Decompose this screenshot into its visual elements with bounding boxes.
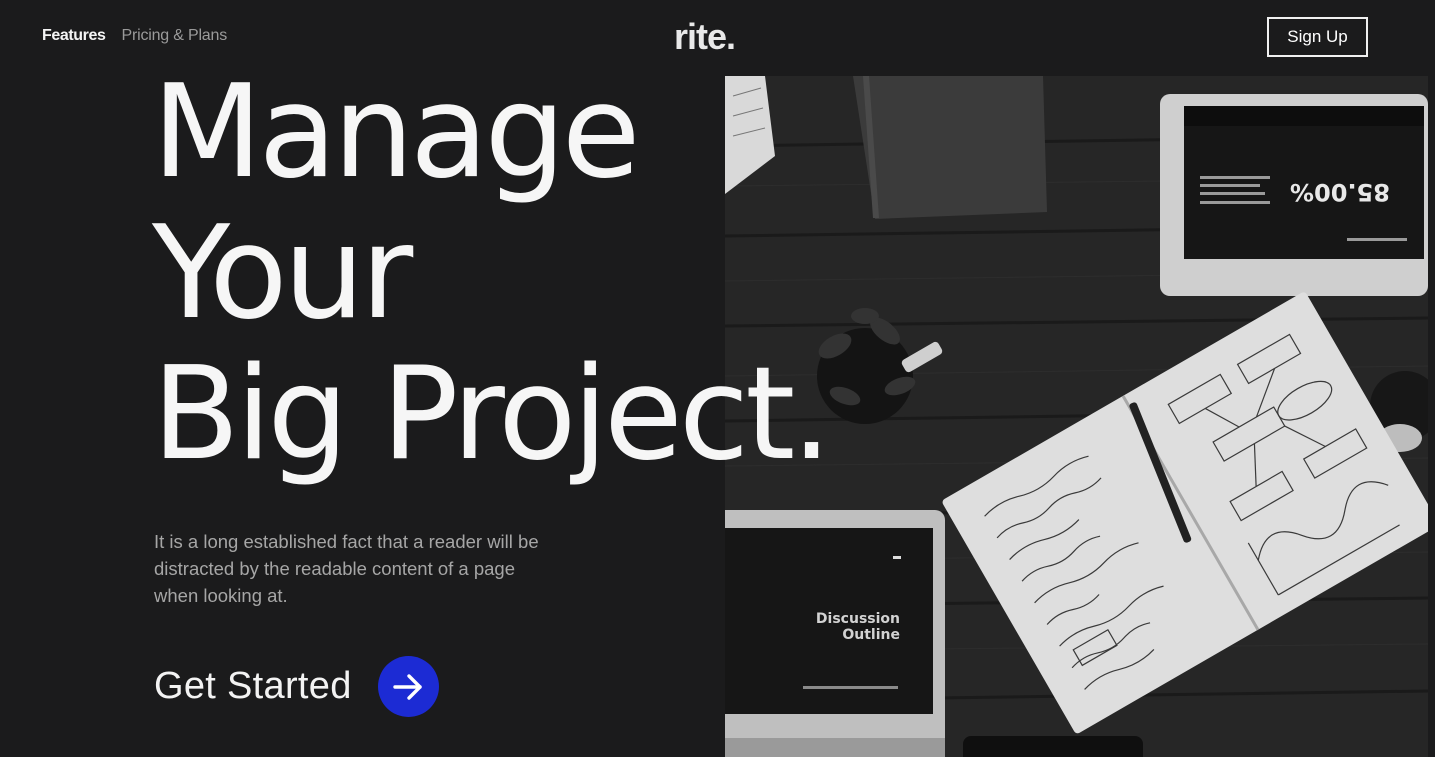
headline-line-2: Your — [152, 199, 413, 348]
hero-image: 85.00% Discussion Outline — [725, 76, 1428, 757]
nav-link-pricing[interactable]: Pricing & Plans — [122, 27, 228, 45]
laptop-title-2: Outline — [842, 627, 900, 643]
brand-logo[interactable]: rite. — [674, 16, 736, 58]
nav-link-features[interactable]: Features — [42, 27, 106, 45]
sign-up-button[interactable]: Sign Up — [1267, 17, 1368, 57]
get-started-label[interactable]: Get Started — [154, 665, 352, 708]
headline-line-1: Manage — [152, 58, 640, 207]
get-started-button[interactable]: Get Started — [154, 656, 439, 717]
headline-line-3: Big Project. — [152, 340, 832, 489]
tablet-stat: 85.00% — [1290, 178, 1390, 206]
hero-description: It is a long established fact that a rea… — [154, 531, 539, 606]
arrow-right-icon[interactable] — [377, 656, 439, 717]
hero-headline: Manage Your Big Project. — [152, 58, 832, 489]
main-nav: Features Pricing & Plans — [42, 27, 227, 45]
laptop-title-1: Discussion — [816, 611, 900, 627]
